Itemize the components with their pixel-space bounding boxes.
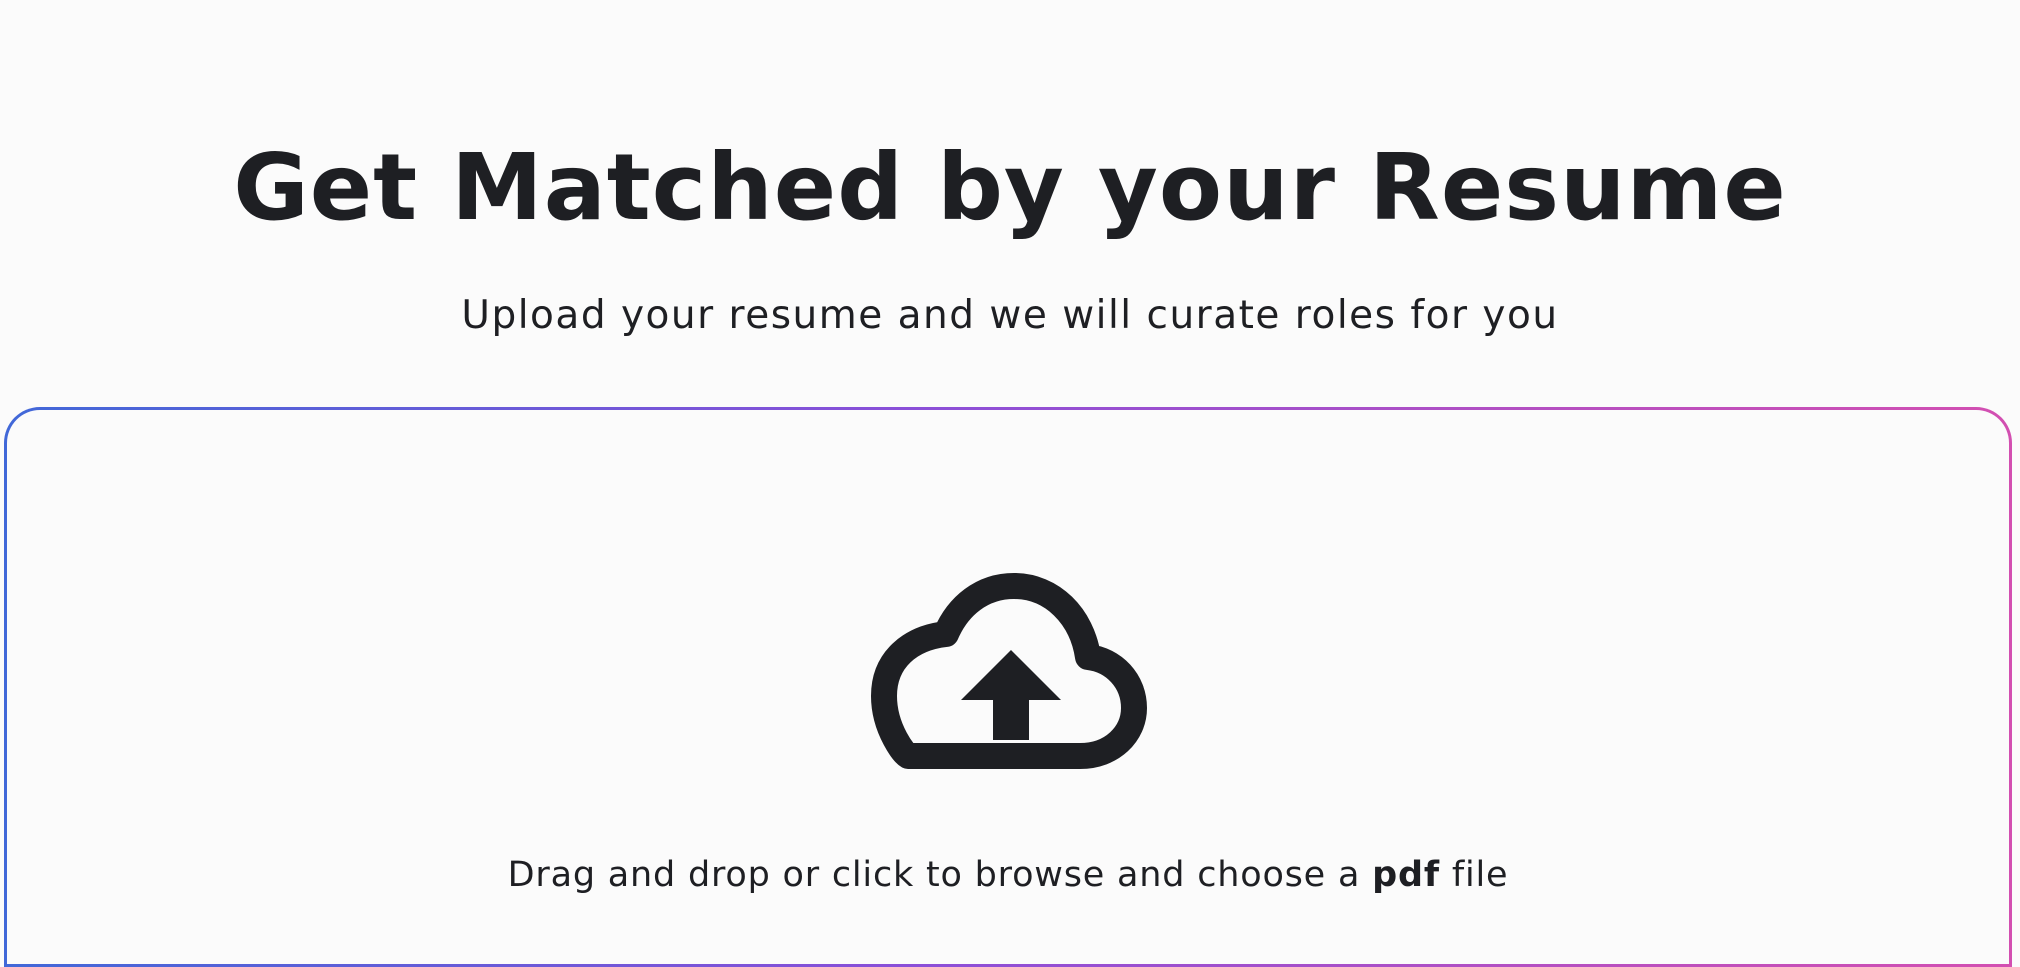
cloud-upload-icon [871, 573, 1147, 769]
file-type-label: pdf [1372, 855, 1440, 895]
dropzone-area[interactable]: Drag and drop or click to browse and cho… [7, 410, 2009, 964]
page-title: Get Matched by your Resume [233, 134, 1787, 241]
instruction-suffix: file [1451, 855, 1509, 895]
page-subtitle: Upload your resume and we will curate ro… [461, 293, 1559, 338]
instruction-prefix: Drag and drop or click to browse and cho… [507, 855, 1361, 895]
dropzone-instruction: Drag and drop or click to browse and cho… [7, 851, 2009, 899]
resume-dropzone[interactable]: Drag and drop or click to browse and cho… [4, 407, 2012, 967]
